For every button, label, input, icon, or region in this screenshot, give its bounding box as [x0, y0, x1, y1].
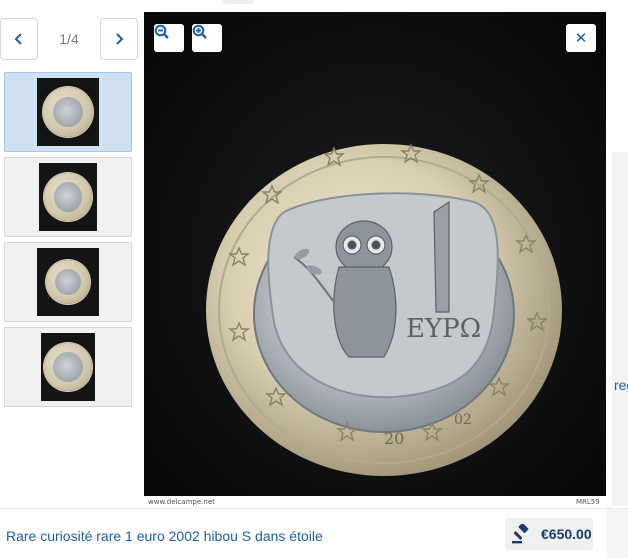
background-link[interactable]: reg	[614, 377, 628, 393]
thumbnail-image	[37, 248, 99, 316]
coin-inscription: ΕΥΡΩ	[406, 314, 481, 344]
thumbnail-2[interactable]	[4, 157, 132, 237]
pager: 1/4	[0, 18, 142, 60]
next-image-button[interactable]	[100, 18, 138, 60]
zoom-out-button[interactable]	[154, 24, 184, 52]
chevron-left-icon	[14, 33, 22, 45]
gavel-icon	[512, 524, 529, 544]
background-page: reg	[606, 12, 628, 506]
coin-year-left: 20	[384, 429, 404, 448]
background-panel-bottom	[606, 509, 628, 558]
top-tab-nub	[222, 0, 254, 4]
thumbnail-list	[4, 72, 134, 412]
close-icon: ✕	[574, 29, 588, 47]
thumbnail-image	[41, 333, 95, 401]
zoom-in-button[interactable]	[192, 24, 222, 52]
thumbnail-panel: 1/4	[0, 12, 142, 506]
credit-seller: MRL59	[576, 498, 600, 506]
thumbnail-4[interactable]	[4, 327, 132, 407]
pager-count: 1/4	[59, 31, 79, 47]
image-gallery-modal: 1/4 ΕΥΡΩ 20 02 ✕ www.delcampe.net MRL59 …	[0, 0, 628, 558]
chevron-right-icon	[116, 33, 124, 45]
main-image-viewer[interactable]: ΕΥΡΩ 20 02 ✕ www.delcampe.net MRL59	[144, 12, 606, 508]
coin-year-right: 02	[454, 412, 472, 428]
close-button[interactable]: ✕	[566, 24, 596, 52]
top-strip	[0, 0, 628, 12]
coin-photo: ΕΥΡΩ 20 02	[144, 12, 606, 508]
thumbnail-3[interactable]	[4, 242, 132, 322]
listing-bar: Rare curiosité rare 1 euro 2002 hibou S …	[0, 508, 628, 558]
price-amount: €650.00	[541, 526, 592, 542]
thumbnail-1[interactable]	[4, 72, 132, 152]
prev-image-button[interactable]	[0, 18, 38, 60]
thumbnail-image	[37, 78, 99, 146]
thumbnail-image	[39, 163, 97, 231]
price-button[interactable]: €650.00	[505, 518, 593, 550]
background-panel	[612, 152, 628, 506]
listing-title-link[interactable]: Rare curiosité rare 1 euro 2002 hibou S …	[6, 528, 323, 544]
zoom-in-icon	[192, 24, 207, 39]
zoom-out-icon	[154, 24, 169, 39]
credit-site: www.delcampe.net	[148, 498, 215, 506]
